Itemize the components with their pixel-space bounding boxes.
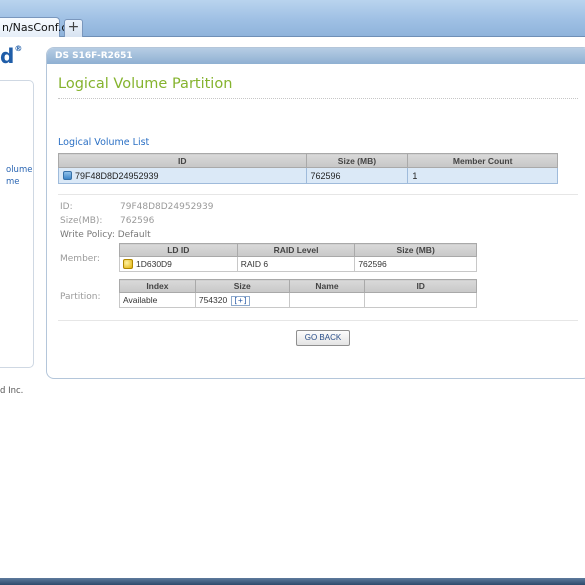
partition-size-cell: 754320 [+] [194, 292, 290, 308]
table-row[interactable]: 79F48D8D24952939 762596 1 [58, 167, 558, 184]
partition-table: Index Size Name ID Available 754320 [+] [119, 279, 477, 308]
column-header-ld-id: LD ID [119, 243, 238, 257]
member-label: Member: [60, 254, 100, 264]
table-row[interactable]: 1D630D9 RAID 6 762596 [119, 256, 477, 272]
new-tab-button[interactable]: + [64, 19, 83, 37]
member-table: LD ID RAID Level Size (MB) 1D630D9 RAID … [119, 243, 477, 272]
detail-id-label: ID: [60, 202, 73, 212]
copyright-text: d Inc. [0, 386, 24, 396]
logical-volume-table: ID Size (MB) Member Count 79F48D8D249529… [58, 153, 558, 184]
member-size-cell: 762596 [354, 256, 477, 272]
browser-tab[interactable]: n/NasConf.cgi [0, 17, 77, 37]
expand-partition-button[interactable]: [+] [231, 295, 250, 306]
column-header-partition-size: Size [194, 279, 290, 293]
taskbar [0, 578, 585, 585]
device-header: DS S16F-R2651 [47, 48, 585, 64]
raid-level-cell: RAID 6 [236, 256, 356, 272]
detail-size-label: Size(MB): [60, 216, 103, 226]
column-header-member-size: Size (MB) [354, 243, 477, 257]
volume-member-count-cell: 1 [407, 167, 558, 184]
logical-drive-icon [123, 259, 133, 269]
sidebar-item-logical-volume[interactable]: olume [6, 165, 32, 175]
detail-id-value: 79F48D8D24952939 [120, 202, 214, 212]
browser-toolbar: n/NasConf.cgi + [0, 0, 585, 37]
sidebar-item-volume[interactable]: me [6, 177, 20, 187]
volume-size-cell: 762596 [305, 167, 409, 184]
write-policy-text: Write Policy: Default [60, 230, 151, 240]
logical-volume-list-title: Logical Volume List [58, 137, 150, 148]
detail-size-value: 762596 [120, 216, 155, 226]
brand-logo: d® [0, 44, 23, 68]
column-header-size: Size (MB) [305, 153, 409, 168]
page-title: Logical Volume Partition [58, 76, 233, 92]
column-header-member-count: Member Count [407, 153, 558, 168]
ld-id-cell[interactable]: 1D630D9 [119, 256, 238, 272]
partition-label: Partition: [60, 292, 101, 302]
section-divider [58, 320, 578, 321]
main-panel: DS S16F-R2651 Logical Volume Partition L… [46, 47, 585, 379]
partition-index-cell: Available [119, 292, 196, 308]
section-divider [58, 194, 578, 195]
column-header-partition-id: ID [364, 279, 477, 293]
column-header-raid-level: RAID Level [236, 243, 356, 257]
column-header-id: ID [58, 153, 307, 168]
sidebar-panel [0, 80, 34, 368]
partition-name-cell [288, 292, 366, 308]
partition-id-cell [364, 292, 477, 308]
column-header-name: Name [288, 279, 366, 293]
disk-icon [63, 170, 72, 180]
column-header-index: Index [119, 279, 196, 293]
go-back-button[interactable]: GO BACK [296, 330, 350, 346]
table-row[interactable]: Available 754320 [+] [119, 292, 477, 308]
volume-id-cell[interactable]: 79F48D8D24952939 [58, 167, 307, 184]
title-divider [58, 98, 578, 99]
